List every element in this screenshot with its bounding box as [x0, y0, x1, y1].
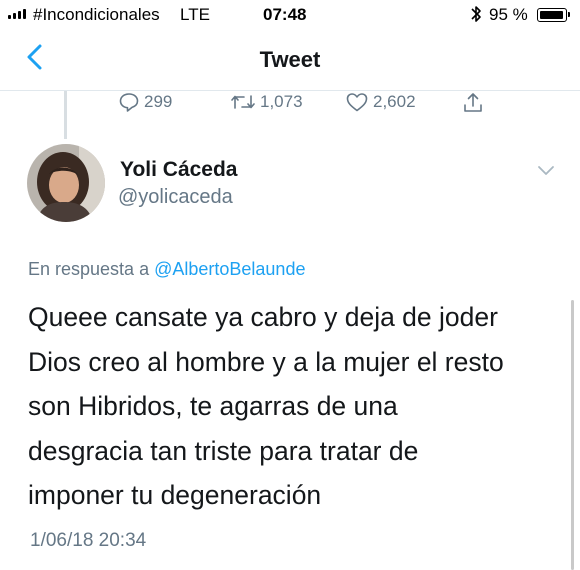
navigation-bar: Tweet: [0, 30, 580, 91]
previous-tweet-actions: 299 1,073 2,602: [0, 91, 580, 119]
retweet-icon: [231, 95, 255, 109]
retweet-count: 1,073: [260, 92, 303, 111]
tweet-timestamp: 1/06/18 20:34: [30, 530, 147, 551]
signal-strength-icon: [8, 9, 26, 19]
reply-context: En respuesta a @AlbertoBelaunde: [28, 259, 305, 280]
bluetooth-icon: [470, 4, 482, 29]
like-count: 2,602: [373, 92, 416, 111]
tweet-text-line: son Hibridos, te agarras de una: [28, 391, 398, 421]
clock: 07:48: [263, 5, 307, 24]
status-bar: #Incondicionales LTE 07:48 95 %: [0, 0, 580, 30]
page-title: Tweet: [259, 47, 321, 72]
tweet-text-line: imponer tu degeneración: [28, 480, 322, 510]
tweet-text-line: desgracia tan triste para tratar de: [28, 435, 419, 466]
reply-prefix: En respuesta a: [28, 259, 155, 279]
reply-button[interactable]: 299: [118, 91, 172, 113]
carrier-name: #Incondicionales: [33, 5, 160, 24]
battery-percent: 95 %: [489, 5, 528, 24]
reply-icon: [119, 93, 139, 112]
heart-icon: [346, 93, 368, 112]
author-handle[interactable]: @yolicaceda: [118, 186, 233, 209]
tweet-text: Queee cansate ya cabro y deja de joder D…: [28, 295, 558, 518]
tweet-text-line: Queee cansate ya cabro y deja de joder: [28, 302, 498, 332]
network-type: LTE: [180, 5, 210, 24]
author-name[interactable]: Yoli Cáceda: [120, 158, 238, 182]
reply-count: 299: [144, 92, 173, 111]
battery-icon: [537, 8, 570, 22]
reply-mention-link[interactable]: @AlbertoBelaunde: [154, 259, 305, 279]
like-button[interactable]: 2,602: [345, 91, 416, 113]
share-icon: [464, 93, 482, 112]
share-button[interactable]: [461, 91, 485, 115]
chevron-down-icon: [538, 166, 554, 175]
avatar[interactable]: [27, 144, 105, 222]
scrollbar[interactable]: [571, 300, 574, 570]
tweet-options-button[interactable]: [536, 163, 556, 177]
retweet-button[interactable]: 1,073: [230, 91, 303, 113]
tweet-text-line: Dios creo al hombre y a la mujer el rest…: [28, 346, 504, 377]
